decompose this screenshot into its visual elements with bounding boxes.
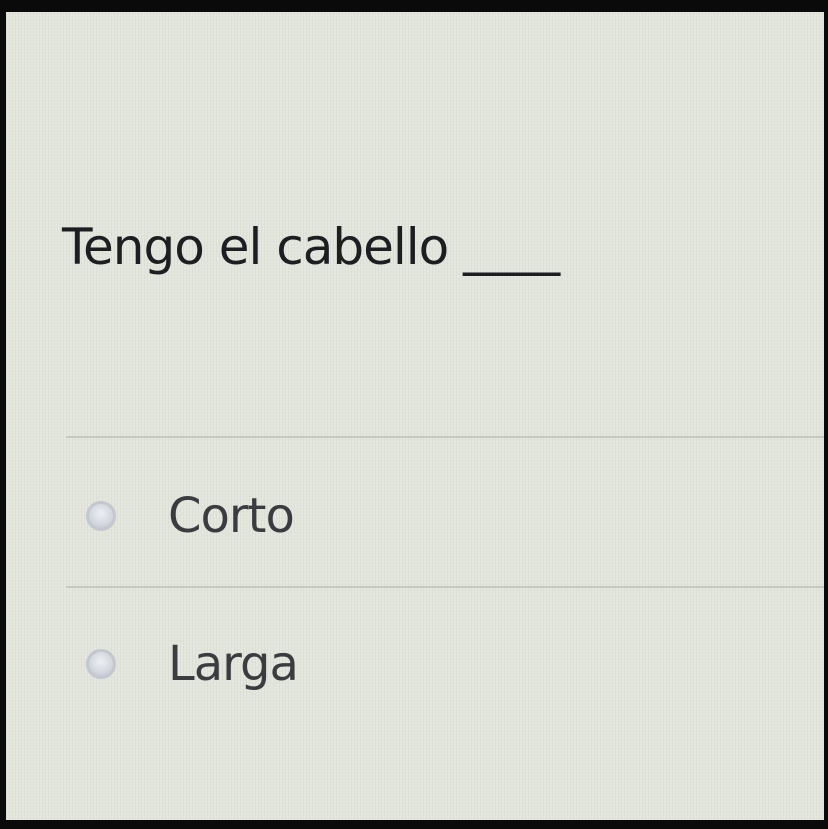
divider: [66, 586, 824, 588]
answer-option-label: Larga: [168, 636, 299, 692]
radio-button[interactable]: [86, 649, 116, 679]
photo-frame: Tengo el cabello ____ Corto Larga: [0, 0, 828, 829]
question-text: Tengo el cabello ____: [62, 218, 560, 276]
divider: [66, 436, 824, 438]
answer-option-larga[interactable]: Larga: [86, 634, 299, 694]
radio-button[interactable]: [86, 501, 116, 531]
answer-option-corto[interactable]: Corto: [86, 486, 295, 546]
answer-option-label: Corto: [168, 488, 295, 544]
quiz-question-panel: Tengo el cabello ____ Corto Larga: [6, 12, 824, 820]
